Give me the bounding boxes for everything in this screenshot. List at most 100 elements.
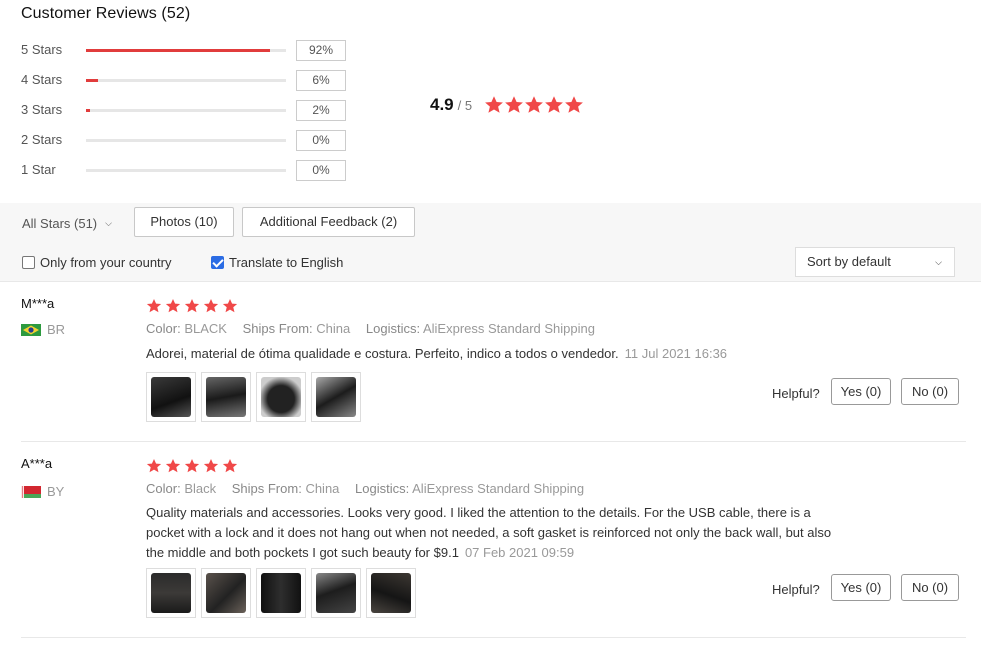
sort-value: Sort by default: [807, 254, 891, 269]
color-label: Color:: [146, 321, 181, 336]
histogram-row-4[interactable]: 4 Stars 6%: [21, 70, 361, 92]
chevron-down-icon: ⌵: [935, 257, 942, 267]
histogram-row-2[interactable]: 2 Stars 0%: [21, 130, 361, 152]
review-photo-thumbnail[interactable]: [311, 372, 361, 422]
review-meta: Color: Black Ships From: China Logistics…: [146, 481, 584, 496]
review-text: Adorei, material de ótima qualidade e co…: [146, 346, 619, 361]
histogram-label: 2 Stars: [21, 132, 63, 147]
histogram-percent: 6%: [296, 70, 346, 91]
only-country-checkbox[interactable]: Only from your country: [22, 255, 172, 270]
all-stars-label: All Stars (51): [22, 216, 98, 231]
histogram-row-3[interactable]: 3 Stars 2%: [21, 100, 361, 122]
country-code: BR: [47, 322, 66, 337]
helpful-no-button[interactable]: No (0): [901, 378, 959, 405]
ships-value: China: [305, 481, 340, 496]
star-icon: [222, 298, 238, 314]
chevron-down-icon: ⌵: [105, 218, 112, 228]
all-stars-dropdown[interactable]: All Stars (51) ⌵: [22, 216, 112, 231]
histogram-track: [86, 139, 286, 142]
average-denominator: / 5: [457, 97, 473, 113]
histogram-percent: 0%: [296, 160, 346, 181]
helpful-no-button[interactable]: No (0): [901, 574, 959, 601]
review-divider: [21, 441, 966, 442]
review-photo-thumbnail[interactable]: [256, 568, 306, 618]
histogram-fill: [86, 49, 270, 52]
star-icon: [203, 458, 219, 474]
star-icon: [524, 95, 544, 115]
star-icon: [165, 298, 181, 314]
histogram-fill: [86, 79, 98, 82]
review-photos: [146, 372, 366, 422]
page-title: Customer Reviews (52): [21, 5, 191, 22]
star-icon: [484, 95, 504, 115]
average-stars: [484, 95, 584, 115]
color-value: BLACK: [184, 321, 227, 336]
histogram-row-5[interactable]: 5 Stars 92%: [21, 40, 361, 62]
average-value: 4.9: [430, 95, 454, 114]
helpful-label: Helpful?: [772, 386, 820, 401]
review-photos: [146, 568, 421, 618]
sort-select[interactable]: Sort by default ⌵: [795, 247, 955, 277]
review-photo-thumbnail[interactable]: [366, 568, 416, 618]
review-text-block: Adorei, material de ótima qualidade e co…: [146, 344, 846, 364]
photos-filter-button[interactable]: Photos (10): [134, 207, 234, 237]
star-icon: [203, 298, 219, 314]
color-label: Color:: [146, 481, 181, 496]
star-icon: [184, 298, 200, 314]
histogram-percent: 2%: [296, 100, 346, 121]
star-icon: [564, 95, 584, 115]
review-photo-thumbnail[interactable]: [201, 372, 251, 422]
star-icon: [146, 298, 162, 314]
logistics-label: Logistics:: [355, 481, 410, 496]
review-meta: Color: BLACK Ships From: China Logistics…: [146, 321, 595, 336]
review-divider: [21, 637, 966, 638]
checkbox-icon: [22, 256, 35, 269]
reviewer-country: BR: [21, 322, 65, 337]
review-photo-thumbnail[interactable]: [256, 372, 306, 422]
logistics-label: Logistics:: [365, 321, 421, 336]
histogram-track: [86, 79, 286, 82]
ships-label: Ships From:: [242, 321, 313, 336]
histogram-percent: 92%: [296, 40, 346, 61]
reviewer-country: BY: [21, 484, 64, 499]
histogram-label: 3 Stars: [21, 102, 63, 117]
star-icon: [222, 458, 238, 474]
checkbox-icon: [211, 256, 224, 269]
ships-label: Ships From:: [231, 481, 302, 496]
star-icon: [184, 458, 200, 474]
review-stars: [146, 458, 241, 474]
country-code: BY: [47, 484, 65, 499]
histogram-label: 4 Stars: [21, 72, 63, 87]
histogram-label: 1 Star: [21, 162, 56, 177]
star-icon: [165, 458, 181, 474]
histogram-track: [86, 169, 286, 172]
review-photo-thumbnail[interactable]: [146, 568, 196, 618]
review-photo-thumbnail[interactable]: [311, 568, 361, 618]
helpful-label: Helpful?: [772, 582, 820, 597]
star-icon: [146, 458, 162, 474]
review-photo-thumbnail[interactable]: [201, 568, 251, 618]
translate-label: Translate to English: [229, 255, 344, 270]
ships-value: China: [316, 321, 351, 336]
histogram-track: [86, 109, 286, 112]
logistics-value: AliExpress Standard Shipping: [412, 481, 585, 496]
additional-feedback-button[interactable]: Additional Feedback (2): [242, 207, 415, 237]
color-value: Black: [184, 481, 217, 496]
review-stars: [146, 298, 241, 314]
translate-checkbox[interactable]: Translate to English: [211, 255, 343, 270]
histogram-track: [86, 49, 286, 52]
review-text-block: Quality materials and accessories. Looks…: [146, 503, 846, 563]
reviewer-name: A***a: [21, 456, 53, 471]
helpful-yes-button[interactable]: Yes (0): [831, 574, 891, 601]
histogram-fill: [86, 109, 90, 112]
review-date: 11 Jul 2021 16:36: [624, 346, 728, 361]
histogram-percent: 0%: [296, 130, 346, 151]
review-photo-thumbnail[interactable]: [146, 372, 196, 422]
helpful-yes-button[interactable]: Yes (0): [831, 378, 891, 405]
histogram-row-1[interactable]: 1 Star 0%: [21, 160, 361, 182]
belarus-flag-icon: [21, 485, 41, 498]
review-date: 07 Feb 2021 09:59: [464, 545, 575, 560]
reviewer-name: M***a: [21, 296, 55, 311]
average-rating: 4.9 / 5: [430, 95, 584, 115]
histogram-label: 5 Stars: [21, 42, 63, 57]
